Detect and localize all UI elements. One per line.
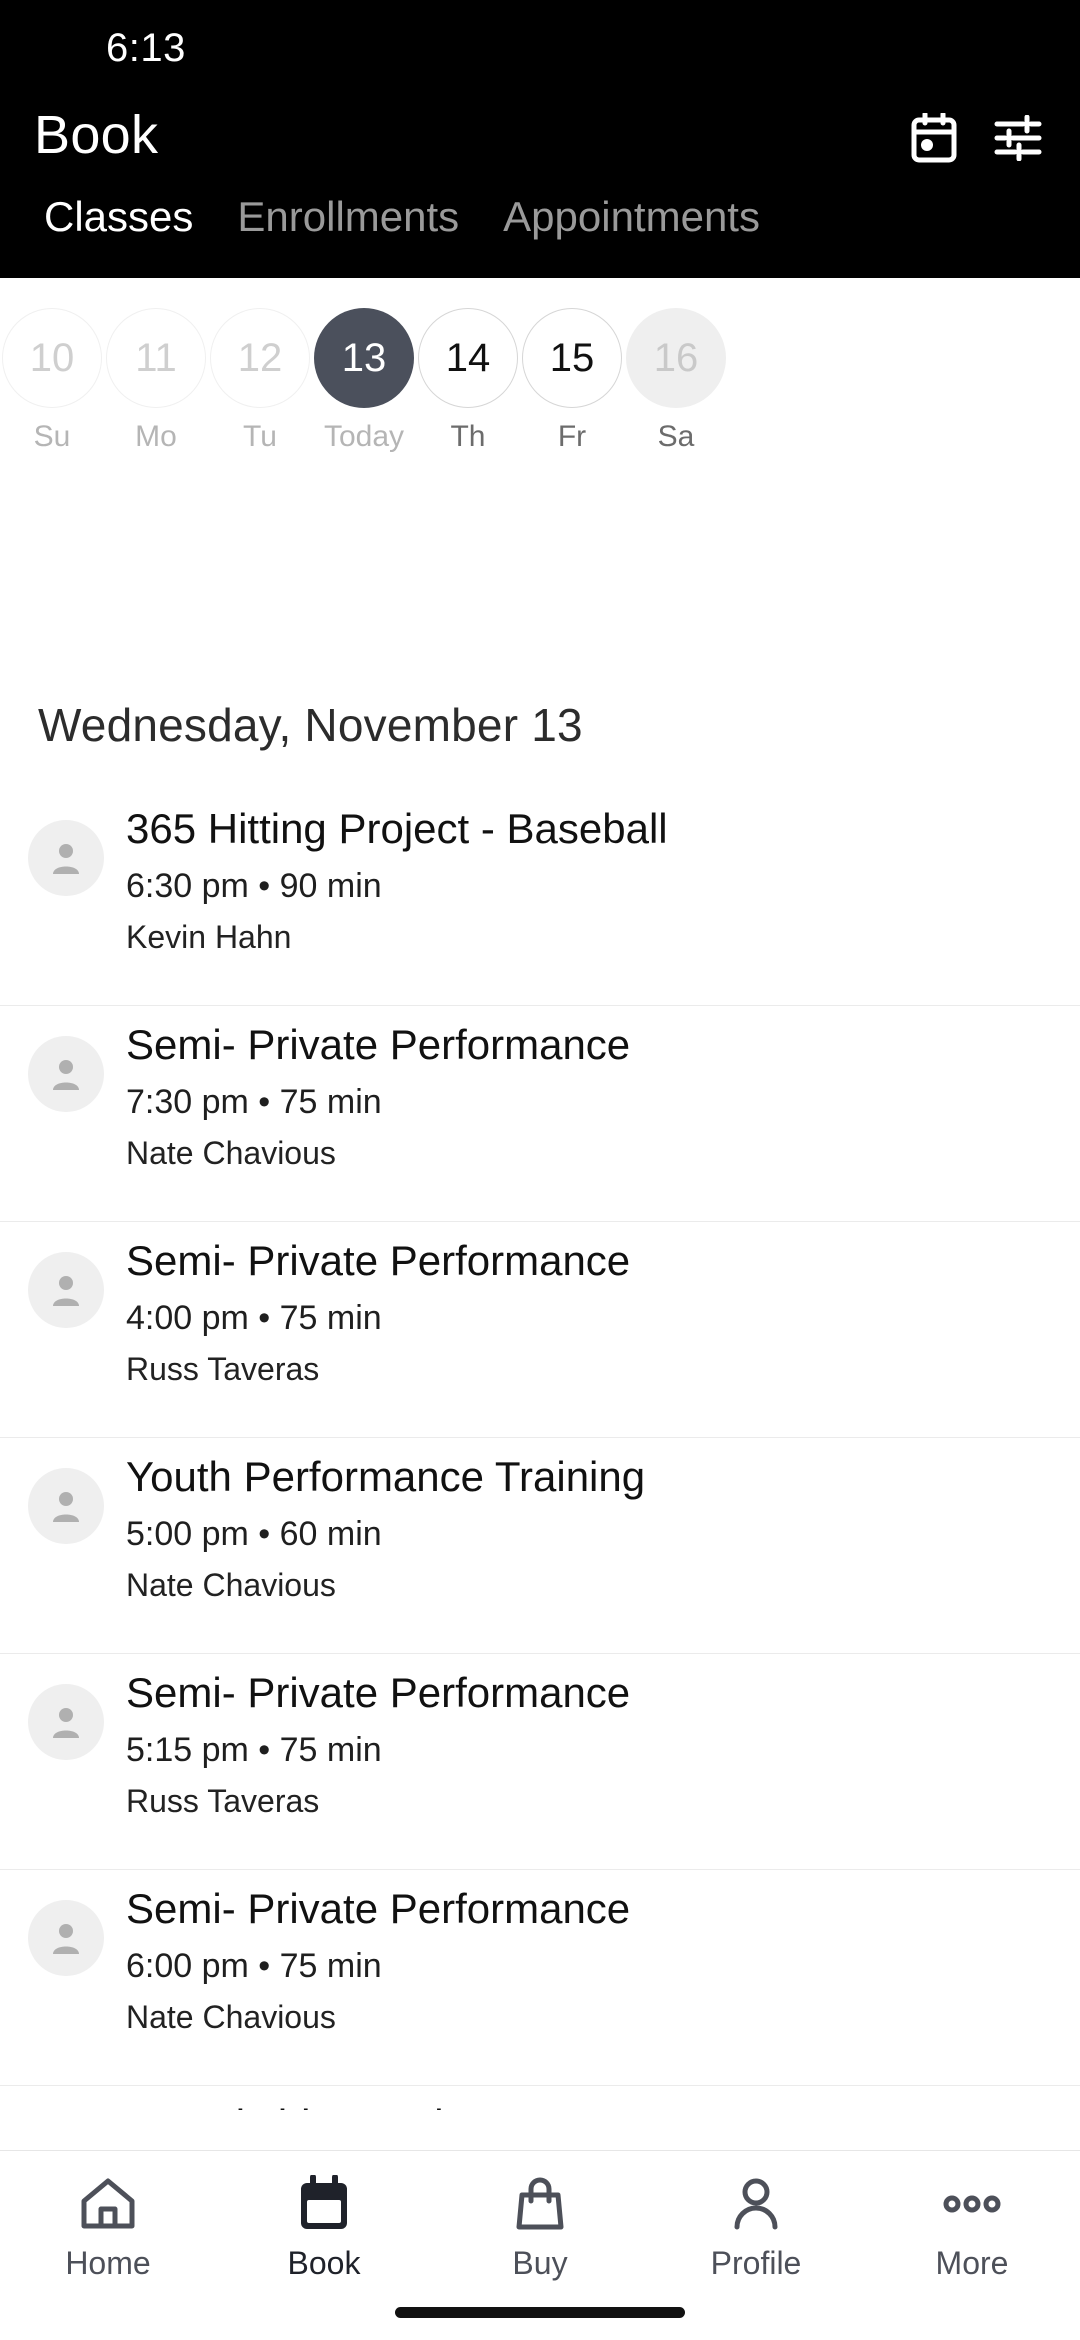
class-list-item[interactable]: Semi- Private Performance 5:15 pm • 75 m… [0,1654,1080,1870]
date-number: 12 [210,308,310,408]
tab-appointments[interactable]: Appointments [481,196,782,238]
date-cell-12[interactable]: 12 Tu [208,308,312,454]
nav-label-home: Home [65,2245,151,2281]
selected-date-heading: Wednesday, November 13 [38,699,583,751]
ellipsis-icon [943,2173,1001,2235]
calendar-icon[interactable] [906,110,962,166]
avatar [28,820,104,896]
class-info: Semi- Private Performance 7:30 pm • 75 m… [126,1020,1056,1173]
date-number: 13 [314,308,414,408]
date-strip[interactable]: 10 Su 11 Mo 12 Tu 13 Today 14 Th 15 Fr 1… [0,278,1080,464]
class-info: Semi- Private Performance 4:00 pm • 75 m… [126,1236,1056,1389]
class-list-item[interactable]: Semi- Private Performance 6:00 pm • 75 m… [0,1870,1080,2086]
nav-item-book[interactable]: Book [216,2173,432,2282]
class-time-duration: 6:30 pm • 90 min [126,866,382,905]
app-screen: 6:13 Book Classes Enrollments Appointmen… [0,0,1080,2340]
nav-label-book: Book [287,2245,361,2281]
tab-enrollments[interactable]: Enrollments [215,196,481,238]
date-weekday-label: Su [33,420,71,453]
home-indicator [395,2307,685,2318]
date-cell-16[interactable]: 16 Sa [624,308,728,454]
nav-item-buy[interactable]: Buy [432,2173,648,2282]
date-weekday-label: Today [323,420,405,453]
status-bar-time: 6:13 [106,26,186,70]
date-weekday-label: Mo [135,420,177,453]
class-time-duration: 7:30 pm • 75 min [126,1082,382,1121]
home-icon [79,2173,137,2235]
class-list-item[interactable]: Semi- Private Performance 7:30 pm • 75 m… [0,1006,1080,1222]
page-title: Book [34,105,159,165]
class-list-item-partial[interactable]: 365 Pitching Project [0,2086,1080,2110]
nav-item-profile[interactable]: Profile [648,2173,864,2282]
avatar [28,1036,104,1112]
top-black-area: 6:13 Book Classes Enrollments Appointmen… [0,0,1080,278]
class-instructor: Nate Chavious [126,1135,336,1172]
class-title: 365 Hitting Project - Baseball [126,805,668,852]
date-number: 14 [418,308,518,408]
class-title: Semi- Private Performance [126,1669,631,1716]
class-instructor: Nate Chavious [126,1999,336,2036]
calendar-filled-icon [296,2173,352,2235]
avatar [28,1684,104,1760]
class-instructor: Russ Taveras [126,1783,320,1820]
class-time-duration: 5:00 pm • 60 min [126,1514,382,1553]
class-title: Semi- Private Performance [126,1021,631,1068]
class-info: 365 Hitting Project - Baseball 6:30 pm •… [126,804,1056,957]
filter-icon[interactable] [990,110,1046,166]
class-title: Semi- Private Performance [126,1237,631,1284]
date-number: 10 [2,308,102,408]
nav-label-buy: Buy [512,2245,568,2281]
shopping-bag-icon [513,2173,567,2235]
date-cell-11[interactable]: 11 Mo [104,308,208,454]
date-weekday-label: Th [450,420,486,453]
date-weekday-label: Sa [657,420,695,453]
class-list[interactable]: 365 Hitting Project - Baseball 6:30 pm •… [0,790,1080,2110]
nav-item-home[interactable]: Home [0,2173,216,2282]
class-instructor: Nate Chavious [126,1567,336,1604]
status-bar: 6:13 [0,0,1080,96]
class-time-duration: 4:00 pm • 75 min [126,1298,382,1337]
class-info: Semi- Private Performance 5:15 pm • 75 m… [126,1668,1056,1821]
class-instructor: Russ Taveras [126,1351,320,1388]
avatar [28,1252,104,1328]
class-title: Youth Performance Training [126,1453,646,1500]
tab-classes[interactable]: Classes [22,196,215,238]
class-info: Youth Performance Training 5:00 pm • 60 … [126,1452,1056,1605]
class-info: Semi- Private Performance 6:00 pm • 75 m… [126,1884,1056,2037]
nav-label-profile: Profile [710,2245,802,2281]
person-icon [728,2173,784,2235]
avatar [28,1468,104,1544]
class-title: Semi- Private Performance [126,1885,631,1932]
date-cell-10[interactable]: 10 Su [0,308,104,454]
tab-bar: Classes Enrollments Appointments [0,196,1080,278]
class-info: 365 Pitching Project [126,2100,1056,2110]
nav-item-more[interactable]: More [864,2173,1080,2282]
app-bar-actions [906,110,1046,166]
class-title: 365 Pitching Project [126,2100,1056,2110]
class-list-item[interactable]: 365 Hitting Project - Baseball 6:30 pm •… [0,790,1080,1006]
class-list-item[interactable]: Youth Performance Training 5:00 pm • 60 … [0,1438,1080,1654]
date-number: 11 [106,308,206,408]
date-cell-13-selected[interactable]: 13 Today [312,308,416,454]
class-instructor: Kevin Hahn [126,919,292,956]
nav-label-more: More [935,2245,1009,2281]
date-weekday-label: Tu [243,420,277,453]
class-time-duration: 6:00 pm • 75 min [126,1946,382,1985]
date-cell-14[interactable]: 14 Th [416,308,520,454]
app-bar: Book [0,96,1080,192]
date-number: 15 [522,308,622,408]
date-number: 16 [626,308,726,408]
class-list-item[interactable]: Semi- Private Performance 4:00 pm • 75 m… [0,1222,1080,1438]
class-time-duration: 5:15 pm • 75 min [126,1730,382,1769]
date-weekday-label: Fr [557,420,587,453]
date-cell-15[interactable]: 15 Fr [520,308,624,454]
avatar [28,1900,104,1976]
